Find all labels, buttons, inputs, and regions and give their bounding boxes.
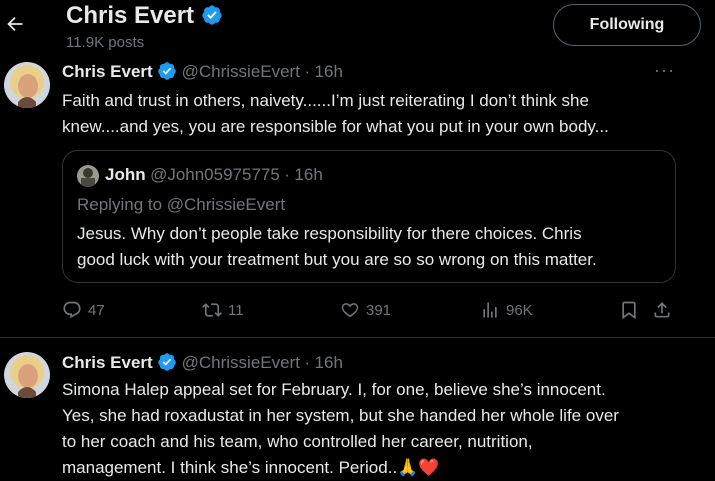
author-handle[interactable]: @ChrissieEvert (182, 353, 300, 372)
views-button[interactable]: 96K (480, 300, 533, 320)
tweet-text-line: to her coach and his team, who controlle… (62, 432, 533, 451)
meta-separator: · (304, 62, 311, 81)
tweet-text-line: Faith and trust in others, naivety......… (62, 91, 589, 110)
quoted-text-line: Jesus. Why don’t people take responsibil… (77, 224, 582, 243)
replying-to: Replying to @ChrissieEvert (77, 195, 286, 214)
following-button[interactable]: Following (553, 4, 701, 46)
tweet-text-line: Yes, she had roxadustat in her system, b… (62, 406, 619, 425)
quoted-post-time: 16h (294, 165, 323, 184)
meta-separator: · (284, 165, 290, 184)
quoted-tweet[interactable]: John @John05975775 · 16h Replying to @Ch… (62, 150, 676, 283)
profile-header-name: Chris Evert (66, 2, 223, 30)
tweet-header: Chris Evert @ChrissieEvert · 16h (62, 353, 343, 373)
like-count: 391 (366, 301, 392, 319)
share-icon[interactable] (652, 300, 672, 320)
tweet-header: Chris Evert @ChrissieEvert · 16h (62, 62, 343, 82)
tweet-text-line: management. I think she’s innocent. Peri… (62, 455, 707, 481)
avatar[interactable] (4, 352, 50, 398)
avatar-image (4, 352, 50, 398)
tweet-text-segment: management. I think she’s innocent. Peri… (62, 458, 398, 477)
verified-badge-icon (158, 353, 176, 372)
view-count: 96K (506, 301, 533, 319)
views-chart-icon (483, 302, 497, 318)
tweet-text: Simona Halep appeal set for February. I,… (62, 377, 707, 481)
reply-icon (63, 301, 81, 319)
meta-separator: · (304, 353, 311, 372)
reply-button[interactable]: 47 (62, 300, 105, 320)
author-handle[interactable]: @ChrissieEvert (182, 62, 300, 81)
verified-badge-icon (158, 62, 176, 81)
quoted-text-line: good luck with your treatment but you ar… (77, 250, 597, 269)
like-button[interactable]: 391 (340, 300, 391, 320)
quoted-avatar (77, 165, 99, 187)
avatar[interactable] (4, 62, 50, 108)
post-time[interactable]: 16h (315, 62, 343, 81)
emoji: 🙏❤️ (397, 458, 440, 477)
post-divider (0, 337, 715, 338)
quoted-author-handle: @John05975775 (150, 165, 280, 184)
bookmark-icon[interactable] (619, 300, 639, 320)
author-name[interactable]: Chris Evert (62, 353, 153, 372)
posts-count: 11.9K posts (66, 34, 145, 51)
heart-icon (341, 303, 359, 318)
quoted-text: Jesus. Why don’t people take responsibil… (77, 221, 667, 273)
tweet-text-line: knew....and yes, you are responsible for… (62, 117, 609, 136)
verified-badge-icon (202, 5, 222, 25)
tweet-text: Faith and trust in others, naivety......… (62, 88, 702, 140)
author-name[interactable]: Chris Evert (62, 62, 153, 81)
more-options-icon[interactable]: ··· (654, 60, 675, 81)
quoted-header: John @John05975775 · 16h (105, 165, 323, 185)
profile-name-text: Chris Evert (66, 2, 195, 29)
post-time[interactable]: 16h (315, 353, 343, 372)
back-arrow-icon[interactable] (4, 12, 26, 36)
tweet-text-line: Simona Halep appeal set for February. I,… (62, 380, 606, 399)
quoted-author-name: John (105, 165, 146, 184)
repost-button[interactable]: 11 (202, 300, 244, 320)
avatar-image (4, 62, 50, 108)
tweet-actions: 47 11 391 96K (62, 300, 682, 324)
repost-count: 11 (228, 301, 244, 319)
repost-icon (202, 303, 222, 317)
reply-count: 47 (88, 301, 105, 319)
